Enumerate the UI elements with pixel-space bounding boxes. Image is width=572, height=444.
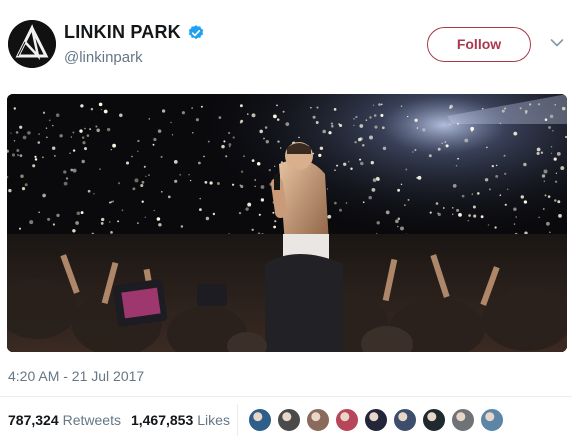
liker-avatar[interactable] <box>335 408 359 432</box>
tweet-photo[interactable] <box>7 94 567 352</box>
follow-button[interactable]: Follow <box>427 27 531 62</box>
account-handle[interactable]: @linkinpark <box>64 49 143 66</box>
divider <box>0 396 572 397</box>
liker-avatar[interactable] <box>364 408 388 432</box>
account-avatar[interactable] <box>8 20 56 68</box>
liker-avatar[interactable] <box>248 408 272 432</box>
liker-avatar[interactable] <box>451 408 475 432</box>
concert-photo-image <box>7 94 567 352</box>
tweet-stats: 787,324 Retweets 1,467,853 Likes <box>8 412 240 428</box>
liker-avatars <box>248 408 509 432</box>
liker-avatar[interactable] <box>480 408 504 432</box>
retweets-label[interactable]: Retweets <box>63 412 121 428</box>
name-row: LINKIN PARK <box>64 22 205 43</box>
stats-separator <box>237 404 238 436</box>
liker-avatar[interactable] <box>422 408 446 432</box>
likes-label[interactable]: Likes <box>197 412 230 428</box>
liker-avatar[interactable] <box>393 408 417 432</box>
tweet-timestamp[interactable]: 4:20 AM - 21 Jul 2017 <box>8 368 144 384</box>
verified-badge-icon <box>188 24 204 39</box>
linkin-park-logo-icon <box>8 20 56 68</box>
liker-avatar[interactable] <box>306 408 330 432</box>
liker-avatar[interactable] <box>277 408 301 432</box>
tweet-header: LINKIN PARK @linkinpark Follow <box>0 0 572 92</box>
retweets-count[interactable]: 787,324 <box>8 412 59 428</box>
display-name[interactable]: LINKIN PARK <box>64 22 181 43</box>
likes-count[interactable]: 1,467,853 <box>131 412 193 428</box>
chevron-down-icon[interactable] <box>550 38 564 48</box>
